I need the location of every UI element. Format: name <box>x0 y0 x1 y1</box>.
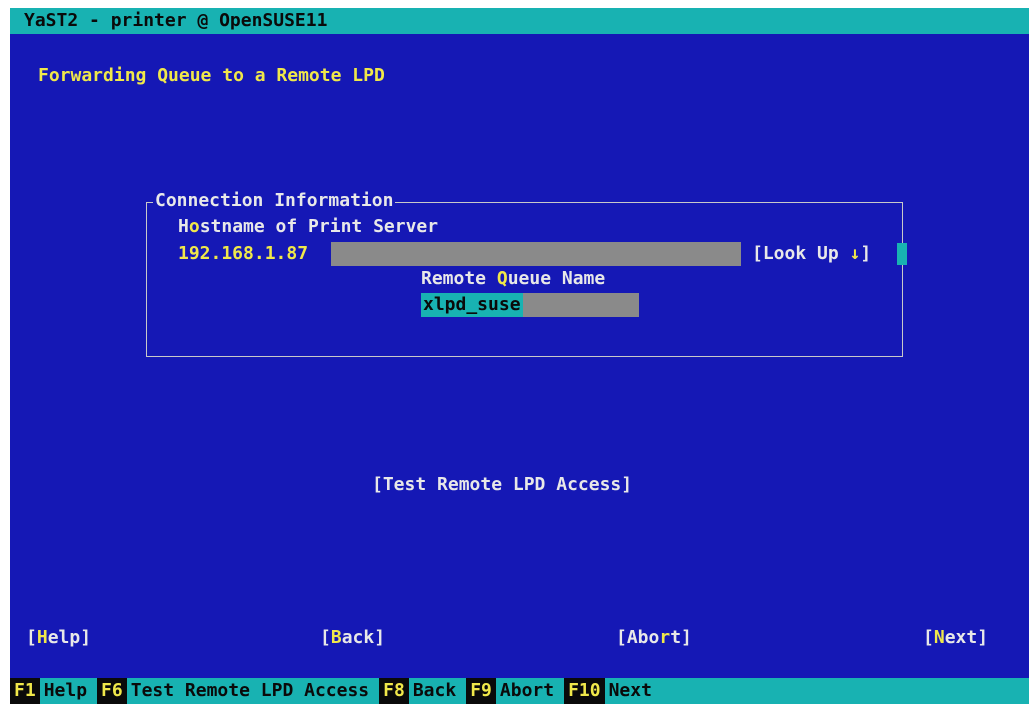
queue-input[interactable]: xlpd_suse <box>421 293 523 317</box>
test-lpd-button[interactable]: [Test Remote LPD Access] <box>372 473 632 497</box>
fkey-f6-label[interactable]: Test Remote LPD Access <box>127 678 379 704</box>
terminal-screen: YaST2 - printer @ OpenSUSE11 Forwarding … <box>10 8 1029 704</box>
fkey-f1-label[interactable]: Help <box>40 678 97 704</box>
fkey-f1[interactable]: F1 <box>10 678 40 704</box>
lookup-button[interactable]: [Look Up ↓] <box>752 242 871 266</box>
abort-button[interactable]: [Abort] <box>616 626 692 650</box>
back-button[interactable]: [Back] <box>320 626 385 650</box>
window-title: YaST2 - printer @ OpenSUSE11 <box>10 8 1029 34</box>
hostname-field-bg[interactable] <box>331 242 741 266</box>
fkey-f9[interactable]: F9 <box>466 678 496 704</box>
fkey-f8-label[interactable]: Back <box>409 678 466 704</box>
fkey-f8[interactable]: F8 <box>379 678 409 704</box>
dialog-heading: Forwarding Queue to a Remote LPD <box>38 65 385 86</box>
function-key-bar: F1 Help F6 Test Remote LPD Access F8 Back F… <box>10 678 1029 704</box>
help-button[interactable]: [Help] <box>26 626 91 650</box>
arrow-down-icon: ↓ <box>849 243 861 264</box>
next-button[interactable]: [Next] <box>923 626 988 650</box>
frame-title: Connection Information <box>153 190 396 212</box>
hostname-input[interactable]: 192.168.1.87 <box>178 242 308 266</box>
fkey-f6[interactable]: F6 <box>97 678 127 704</box>
hostname-label: Hostname of Print Server <box>178 216 439 237</box>
fkey-f10-label[interactable]: Next <box>605 678 662 704</box>
text-cursor <box>897 243 907 265</box>
queue-label: Remote Queue Name <box>421 268 606 289</box>
fkey-f9-label[interactable]: Abort <box>496 678 564 704</box>
fkey-f10[interactable]: F10 <box>564 678 605 704</box>
